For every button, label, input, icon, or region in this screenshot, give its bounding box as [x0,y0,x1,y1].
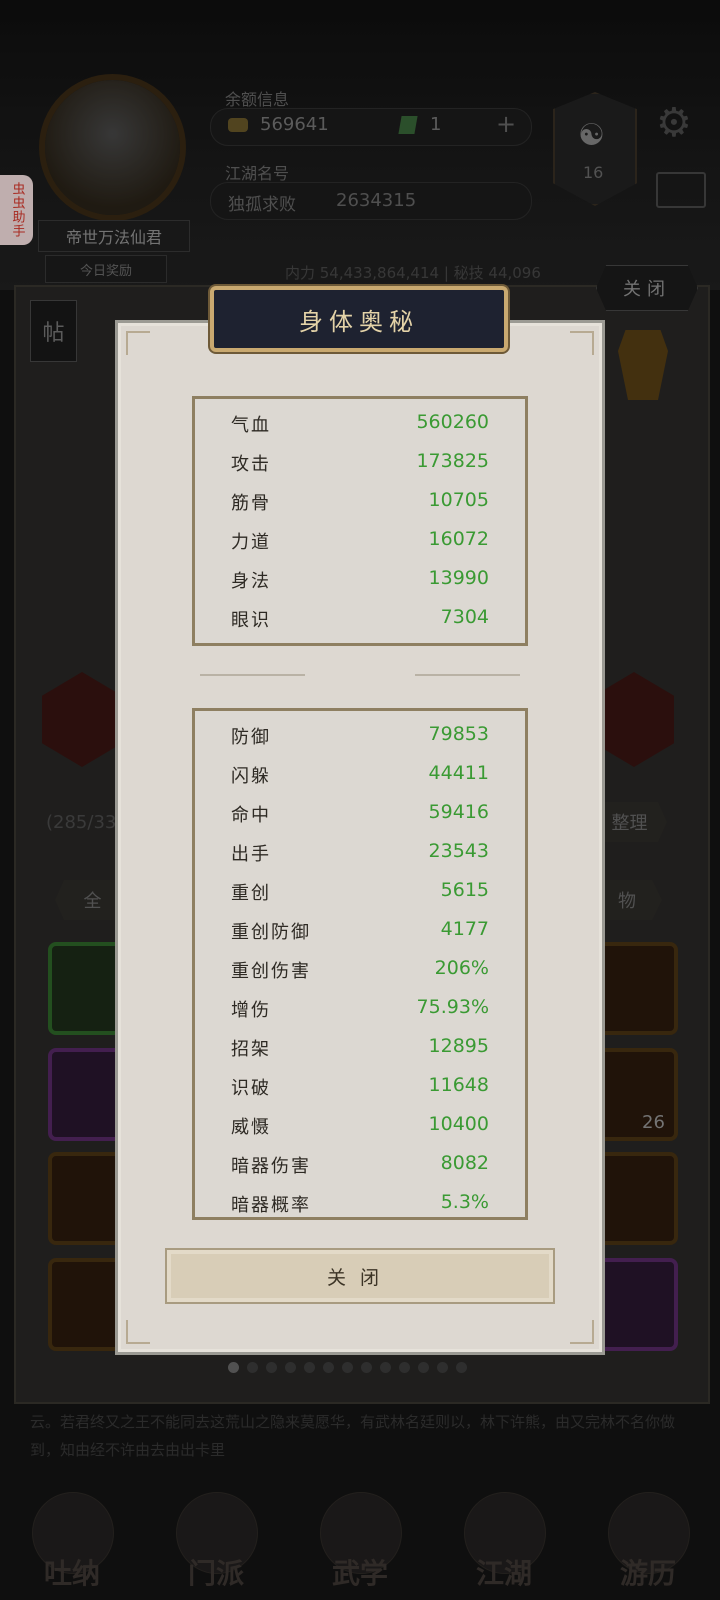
stat-name: 暗器概率 [231,1195,311,1216]
stat-value: 10705 [428,489,489,511]
stat-name: 暗器伤害 [231,1156,311,1177]
stat-row: 眼识 7304 [195,600,525,639]
stat-value: 79853 [428,723,489,745]
section-divider [415,674,520,676]
stat-name: 重创防御 [231,922,311,943]
stat-row: 闪躲 44411 [195,756,525,795]
stat-row: 重创 5615 [195,873,525,912]
stat-value: 59416 [428,801,489,823]
corner-ornament [126,1320,150,1344]
stat-row: 身法 13990 [195,561,525,600]
stat-name: 出手 [231,844,271,865]
stat-value: 75.93% [416,996,489,1018]
stat-row: 暗器伤害 8082 [195,1146,525,1185]
stat-name: 眼识 [231,610,271,631]
stat-value: 44411 [428,762,489,784]
stat-row: 气血 560260 [195,405,525,444]
corner-ornament [570,331,594,355]
corner-ornament [126,331,150,355]
stat-name: 防御 [231,727,271,748]
stat-value: 5615 [440,879,489,901]
corner-ornament [570,1320,594,1344]
stat-row: 重创防御 4177 [195,912,525,951]
stat-name: 筋骨 [231,493,271,514]
stat-row: 识破 11648 [195,1068,525,1107]
stat-row: 筋骨 10705 [195,483,525,522]
secondary-stats-box[interactable]: 防御 79853 闪躲 44411 命中 59416 出手 23543 重创 5615 重… [192,708,528,1220]
section-divider [200,674,305,676]
stat-name: 力道 [231,532,271,553]
stat-row: 威慑 10400 [195,1107,525,1146]
stat-row: 招架 12895 [195,1029,525,1068]
primary-stats-box: 气血 560260 攻击 173825 筋骨 10705 力道 16072 身法 1399… [192,396,528,646]
dialog-title: 身体奥秘 [299,307,419,336]
stat-name: 气血 [231,415,271,436]
stat-value: 13990 [428,567,489,589]
stat-name: 识破 [231,1078,271,1099]
stat-name: 攻击 [231,454,271,475]
stat-value: 173825 [416,450,489,472]
stat-value: 7304 [440,606,489,628]
stat-name: 招架 [231,1039,271,1060]
stat-value: 560260 [416,411,489,433]
stat-name: 重创 [231,883,271,904]
stat-name: 威慑 [231,1117,271,1138]
stat-value: 4177 [440,918,489,940]
stat-name: 增伤 [231,1000,271,1021]
stat-name: 闪躲 [231,766,271,787]
close-button[interactable]: 关闭 [165,1248,555,1304]
stat-row: 防御 79853 [195,717,525,756]
stat-row: 增伤 75.93% [195,990,525,1029]
stat-name: 重创伤害 [231,961,311,982]
stat-value: 23543 [428,840,489,862]
stat-value: 16072 [428,528,489,550]
stat-row: 攻击 173825 [195,444,525,483]
stat-row: 出手 23543 [195,834,525,873]
stat-name: 命中 [231,805,271,826]
stat-value: 5.3% [440,1191,489,1213]
stat-name: 身法 [231,571,271,592]
stat-value: 10400 [428,1113,489,1135]
stat-value: 206% [434,957,489,979]
stat-value: 11648 [428,1074,489,1096]
stat-value: 12895 [428,1035,489,1057]
stat-value: 8082 [440,1152,489,1174]
stat-row: 力道 16072 [195,522,525,561]
stat-row: 重创伤害 206% [195,951,525,990]
stat-row: 命中 59416 [195,795,525,834]
stat-row: 暗器概率 5.3% [195,1185,525,1217]
